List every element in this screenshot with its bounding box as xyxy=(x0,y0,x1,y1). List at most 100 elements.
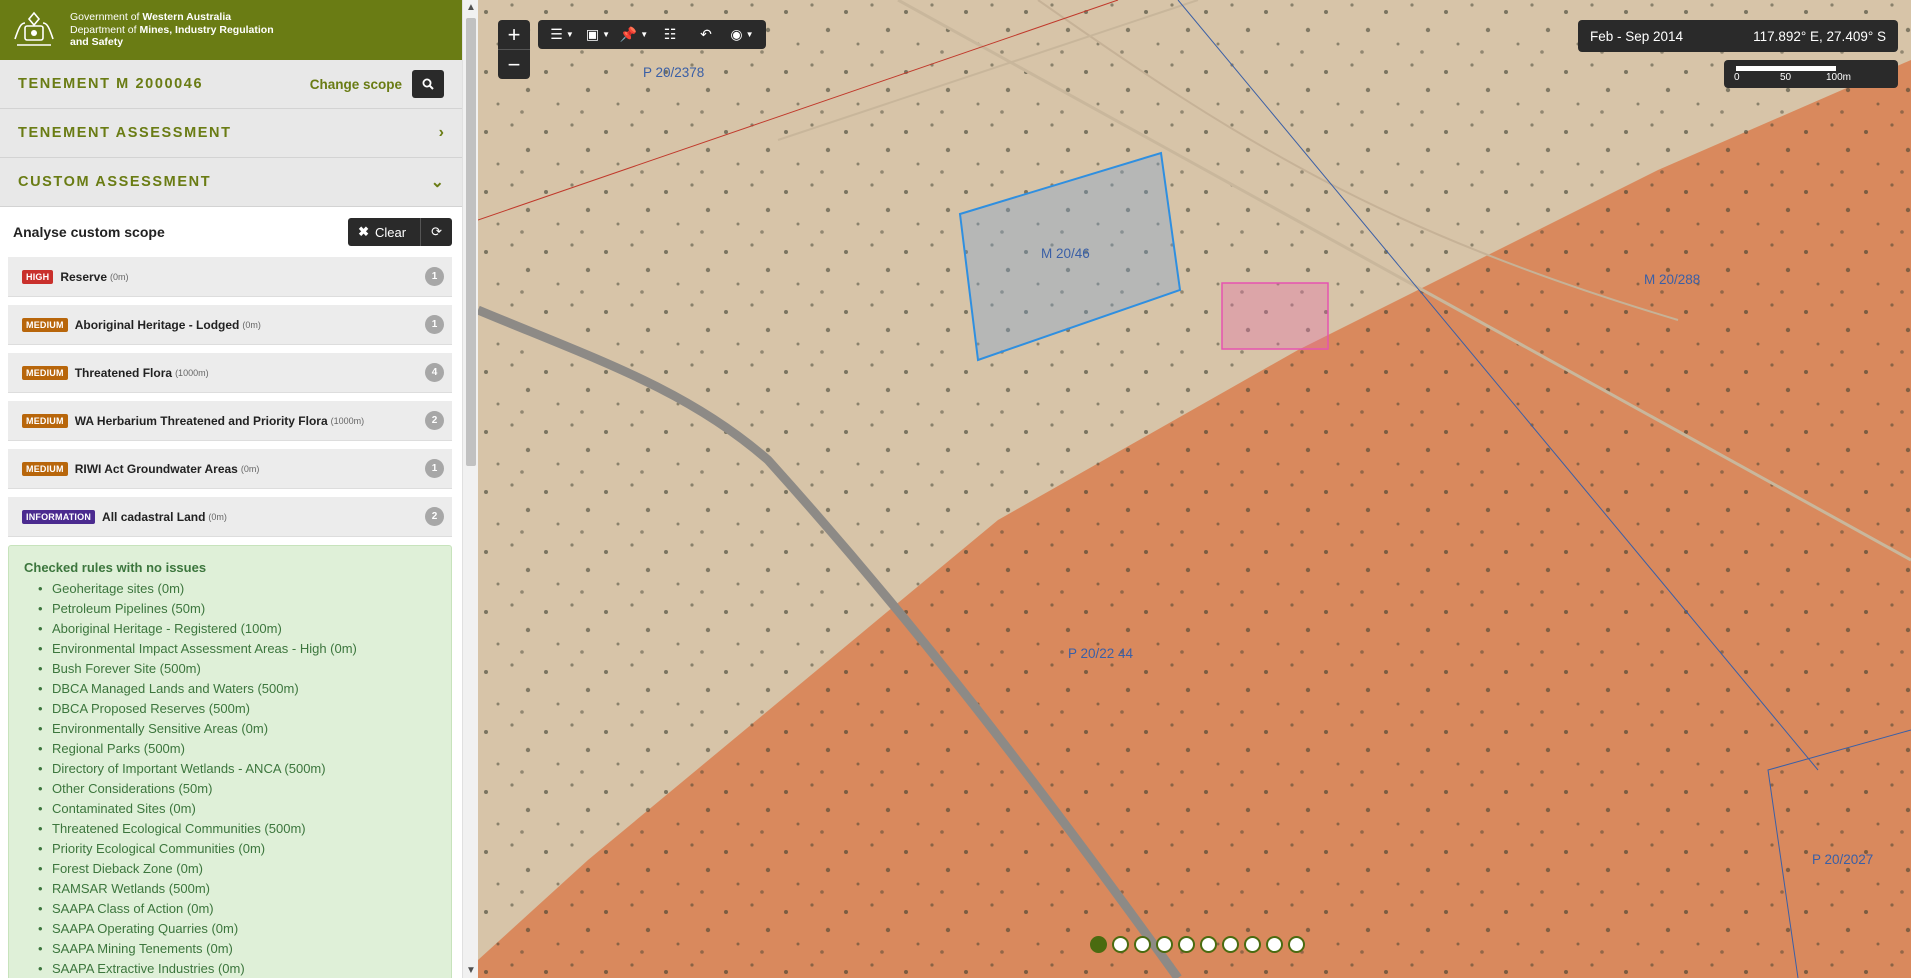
scroll-down-icon[interactable]: ▼ xyxy=(463,965,479,976)
custom-scope-title: Analyse custom scope xyxy=(13,224,165,240)
list-item: Contaminated Sites (0m) xyxy=(38,799,437,819)
scale-tick: 100m xyxy=(1826,72,1852,83)
list-item: SAAPA Extractive Industries (0m) xyxy=(38,959,437,978)
list-item: Other Considerations (50m) xyxy=(38,779,437,799)
severity-badge: MEDIUM xyxy=(22,317,68,332)
severity-badge: MEDIUM xyxy=(22,413,68,428)
list-item: Bush Forever Site (500m) xyxy=(38,659,437,679)
tenement-label: P 20/2378 xyxy=(643,65,705,80)
menu-icon: ☰ xyxy=(550,26,563,42)
tenement-assessment-header[interactable]: TENEMENT ASSESSMENT › xyxy=(0,109,462,158)
rule-name: Threatened Flora xyxy=(74,365,173,380)
aerial-imagery xyxy=(478,0,1911,978)
rule-distance: (0m) xyxy=(242,319,261,330)
zoom-control: + − xyxy=(498,20,530,79)
rule-row[interactable]: MEDIUM Threatened Flora (1000m) 4 xyxy=(8,353,452,393)
list-item: Petroleum Pipelines (50m) xyxy=(38,599,437,619)
issue-count-badge: 1 xyxy=(425,459,444,478)
imagery-date-range: Feb - Sep 2014 xyxy=(1590,28,1684,44)
layers-menu-button[interactable]: ☰ ▼ xyxy=(544,20,580,49)
wa-crest-logo xyxy=(8,8,60,52)
no-issues-title: Checked rules with no issues xyxy=(24,560,207,575)
issue-count-badge: 1 xyxy=(425,315,444,334)
zoom-in-button[interactable]: + xyxy=(498,20,530,49)
rule-name: All cadastral Land xyxy=(102,509,206,524)
list-icon: ☷ xyxy=(663,26,677,42)
list-item: SAAPA Mining Tenements (0m) xyxy=(38,939,437,959)
chevron-down-icon: ⌄ xyxy=(430,174,444,191)
list-item: SAAPA Operating Quarries (0m) xyxy=(38,919,437,939)
change-scope-link[interactable]: Change scope xyxy=(310,77,402,92)
list-item: Regional Parks (500m) xyxy=(38,739,437,759)
severity-badge: MEDIUM xyxy=(22,461,68,476)
pager-dot[interactable] xyxy=(1288,936,1305,953)
pin-menu-button[interactable]: 📌 ▼ xyxy=(616,20,652,49)
undo-icon: ↶ xyxy=(700,26,712,42)
pager-dot[interactable] xyxy=(1266,936,1283,953)
custom-scope-header: Analyse custom scope ✖ Clear ⟳ xyxy=(0,207,462,257)
scrollbar-thumb[interactable] xyxy=(466,18,476,466)
pager-dot[interactable] xyxy=(1112,936,1129,953)
issue-count-badge: 1 xyxy=(425,267,444,286)
legend-button[interactable]: ☷ xyxy=(652,20,688,49)
custom-assessment-header[interactable]: CUSTOM ASSESSMENT ⌄ xyxy=(0,158,462,207)
brand-header: Government of Western Australia Departme… xyxy=(0,0,462,60)
pin-icon: 📌 xyxy=(619,26,638,42)
search-button[interactable] xyxy=(412,70,444,98)
undo-button[interactable]: ↶ xyxy=(688,20,724,49)
image-icon: ▣ xyxy=(585,26,600,42)
basemap-menu-button[interactable]: ▣ ▼ xyxy=(580,20,616,49)
pager-dot[interactable] xyxy=(1134,936,1151,953)
rule-name: Reserve xyxy=(60,269,108,284)
rule-distance: (1000m) xyxy=(175,367,209,378)
imagery-info-box: Feb - Sep 2014 117.892° E, 27.409° S xyxy=(1578,20,1898,52)
no-issues-panel: Checked rules with no issues Geoheritage… xyxy=(8,545,452,978)
zoom-out-button[interactable]: − xyxy=(498,50,530,79)
list-item: Priority Ecological Communities (0m) xyxy=(38,839,437,859)
rule-row[interactable]: HIGH Reserve (0m) 1 xyxy=(8,257,452,297)
sidebar-scrollbar[interactable]: ▲ ▼ xyxy=(462,0,478,978)
list-item: Environmentally Sensitive Areas (0m) xyxy=(38,719,437,739)
severity-badge: INFORMATION xyxy=(22,509,96,524)
rule-row[interactable]: MEDIUM WA Herbarium Threatened and Priori… xyxy=(8,401,452,441)
tenement-assessment-label: TENEMENT ASSESSMENT xyxy=(18,125,232,141)
visibility-menu-button[interactable]: ◉ ▼ xyxy=(724,20,760,49)
pager-dot[interactable] xyxy=(1090,936,1107,953)
rules-list: HIGH Reserve (0m) 1 MEDIUM Aboriginal Heritag… xyxy=(0,257,462,537)
search-icon xyxy=(422,78,434,90)
pager-dot[interactable] xyxy=(1244,936,1261,953)
list-item: Environmental Impact Assessment Areas - … xyxy=(38,639,437,659)
list-item: Forest Dieback Zone (0m) xyxy=(38,859,437,879)
rule-row[interactable]: MEDIUM RIWI Act Groundwater Areas (0m) 1 xyxy=(8,449,452,489)
scale-tick: 0 xyxy=(1734,72,1740,83)
issue-count-badge: 4 xyxy=(425,363,444,382)
list-item: SAAPA Class of Action (0m) xyxy=(38,899,437,919)
scale-tick: 50 xyxy=(1780,72,1792,83)
map-view[interactable]: P 20/2378 M 20/46 M 20/288 P 20/22 44 P … xyxy=(478,0,1911,978)
rule-row[interactable]: MEDIUM Aboriginal Heritage - Lodged (0m) 1 xyxy=(8,305,452,345)
rule-row[interactable]: INFORMATION All cadastral Land (0m) 2 xyxy=(8,497,452,537)
scope-title: TENEMENT M 2000046 xyxy=(18,76,204,92)
pager-dot[interactable] xyxy=(1200,936,1217,953)
pager-dot[interactable] xyxy=(1178,936,1195,953)
rule-name: RIWI Act Groundwater Areas xyxy=(74,461,238,476)
rule-distance: (0m) xyxy=(110,271,129,282)
cursor-coordinates: 117.892° E, 27.409° S xyxy=(1753,28,1886,44)
refresh-icon[interactable]: ⟳ xyxy=(431,224,442,240)
custom-assessment-label: CUSTOM ASSESSMENT xyxy=(18,174,212,190)
brand-text: Government of Western Australia Departme… xyxy=(70,11,274,49)
pager-dot[interactable] xyxy=(1156,936,1173,953)
map-toolbar: ☰ ▼ ▣ ▼ 📌 ▼ ☷ ↶ ◉ ▼ xyxy=(538,20,766,49)
tenement-label: M 20/288 xyxy=(1644,272,1701,287)
sidebar: Government of Western Australia Departme… xyxy=(0,0,462,978)
list-item: Threatened Ecological Communities (500m) xyxy=(38,819,437,839)
scope-row: TENEMENT M 2000046 Change scope xyxy=(0,60,462,109)
list-item: DBCA Managed Lands and Waters (500m) xyxy=(38,679,437,699)
rule-distance: (1000m) xyxy=(330,415,365,426)
chevron-right-icon: › xyxy=(438,124,444,141)
scroll-up-icon[interactable]: ▲ xyxy=(463,2,479,13)
pager-dot[interactable] xyxy=(1222,936,1239,953)
clear-button[interactable]: ✖ Clear ⟳ xyxy=(348,218,452,246)
rule-name: Aboriginal Heritage - Lodged xyxy=(74,317,240,332)
no-issues-list: Geoheritage sites (0m)Petroleum Pipeline… xyxy=(38,579,437,978)
